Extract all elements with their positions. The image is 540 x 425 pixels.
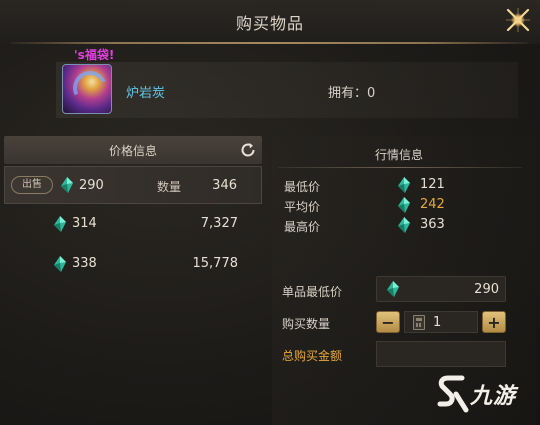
dialog-title: 购买物品	[235, 14, 304, 33]
listing-row[interactable]: 314 7,327	[4, 205, 262, 243]
listing-price: 290	[79, 178, 104, 193]
owned-count: 拥有：0	[328, 86, 376, 101]
close-button[interactable]	[502, 4, 534, 36]
unit-price-field: 290	[376, 276, 506, 302]
quantity-label: 数量	[157, 180, 182, 194]
listing-quantity: 15,778	[192, 256, 239, 271]
price-info-title: 价格信息	[108, 144, 157, 158]
market-divider	[278, 167, 522, 168]
title-divider	[10, 42, 528, 44]
gem-icon	[387, 281, 399, 297]
gem-icon	[398, 217, 410, 233]
close-icon	[506, 8, 530, 32]
total-price-label: 总购买金额	[282, 349, 343, 363]
watermark-logo-icon	[437, 375, 469, 413]
refresh-button[interactable]	[238, 140, 258, 160]
listing-row[interactable]: 出售 290 数量 346	[4, 166, 262, 204]
gem-icon	[61, 177, 73, 193]
market-info-title: 行情信息	[374, 148, 423, 162]
lowest-price-label: 最低价	[284, 180, 321, 194]
item-name: 炉岩炭	[126, 86, 166, 101]
calculator-icon[interactable]	[413, 315, 425, 330]
gem-icon	[54, 216, 66, 232]
listing-price: 314	[72, 216, 97, 231]
quantity-value: 1	[433, 315, 442, 330]
increase-quantity-button[interactable]: +	[482, 311, 506, 333]
average-price-value: 242	[420, 197, 445, 212]
unit-price-value: 290	[474, 282, 499, 297]
listing-quantity: 346	[212, 178, 237, 193]
watermark-text: 九游	[470, 384, 517, 409]
total-price-field	[376, 341, 506, 367]
gem-icon	[54, 256, 66, 272]
listing-quantity: 7,327	[200, 216, 238, 231]
refresh-icon	[241, 143, 255, 157]
orb-swirl	[68, 66, 111, 110]
highest-price-value: 363	[420, 217, 445, 232]
quantity-label: 购买数量	[282, 317, 331, 331]
unit-price-label: 单品最低价	[282, 285, 343, 299]
gem-icon	[398, 197, 410, 213]
sell-button[interactable]: 出售	[11, 176, 53, 194]
lowest-price-value: 121	[420, 177, 445, 192]
price-info-header: 价格信息	[4, 136, 262, 164]
listing-price: 338	[72, 256, 97, 271]
decrease-quantity-button[interactable]: −	[376, 311, 400, 333]
item-tag: 's福袋!	[74, 48, 115, 62]
gem-icon	[398, 177, 410, 193]
item-icon[interactable]	[62, 64, 112, 114]
watermark: 九游	[432, 372, 536, 418]
quantity-input[interactable]: 1	[404, 311, 478, 333]
average-price-label: 平均价	[284, 200, 321, 214]
purchase-dialog: 购买物品 's福袋! 炉岩炭 拥有：0 价格信息 出售 290 数量 346 3…	[0, 0, 540, 425]
listing-row[interactable]: 338 15,778	[4, 245, 262, 283]
highest-price-label: 最高价	[284, 220, 321, 234]
